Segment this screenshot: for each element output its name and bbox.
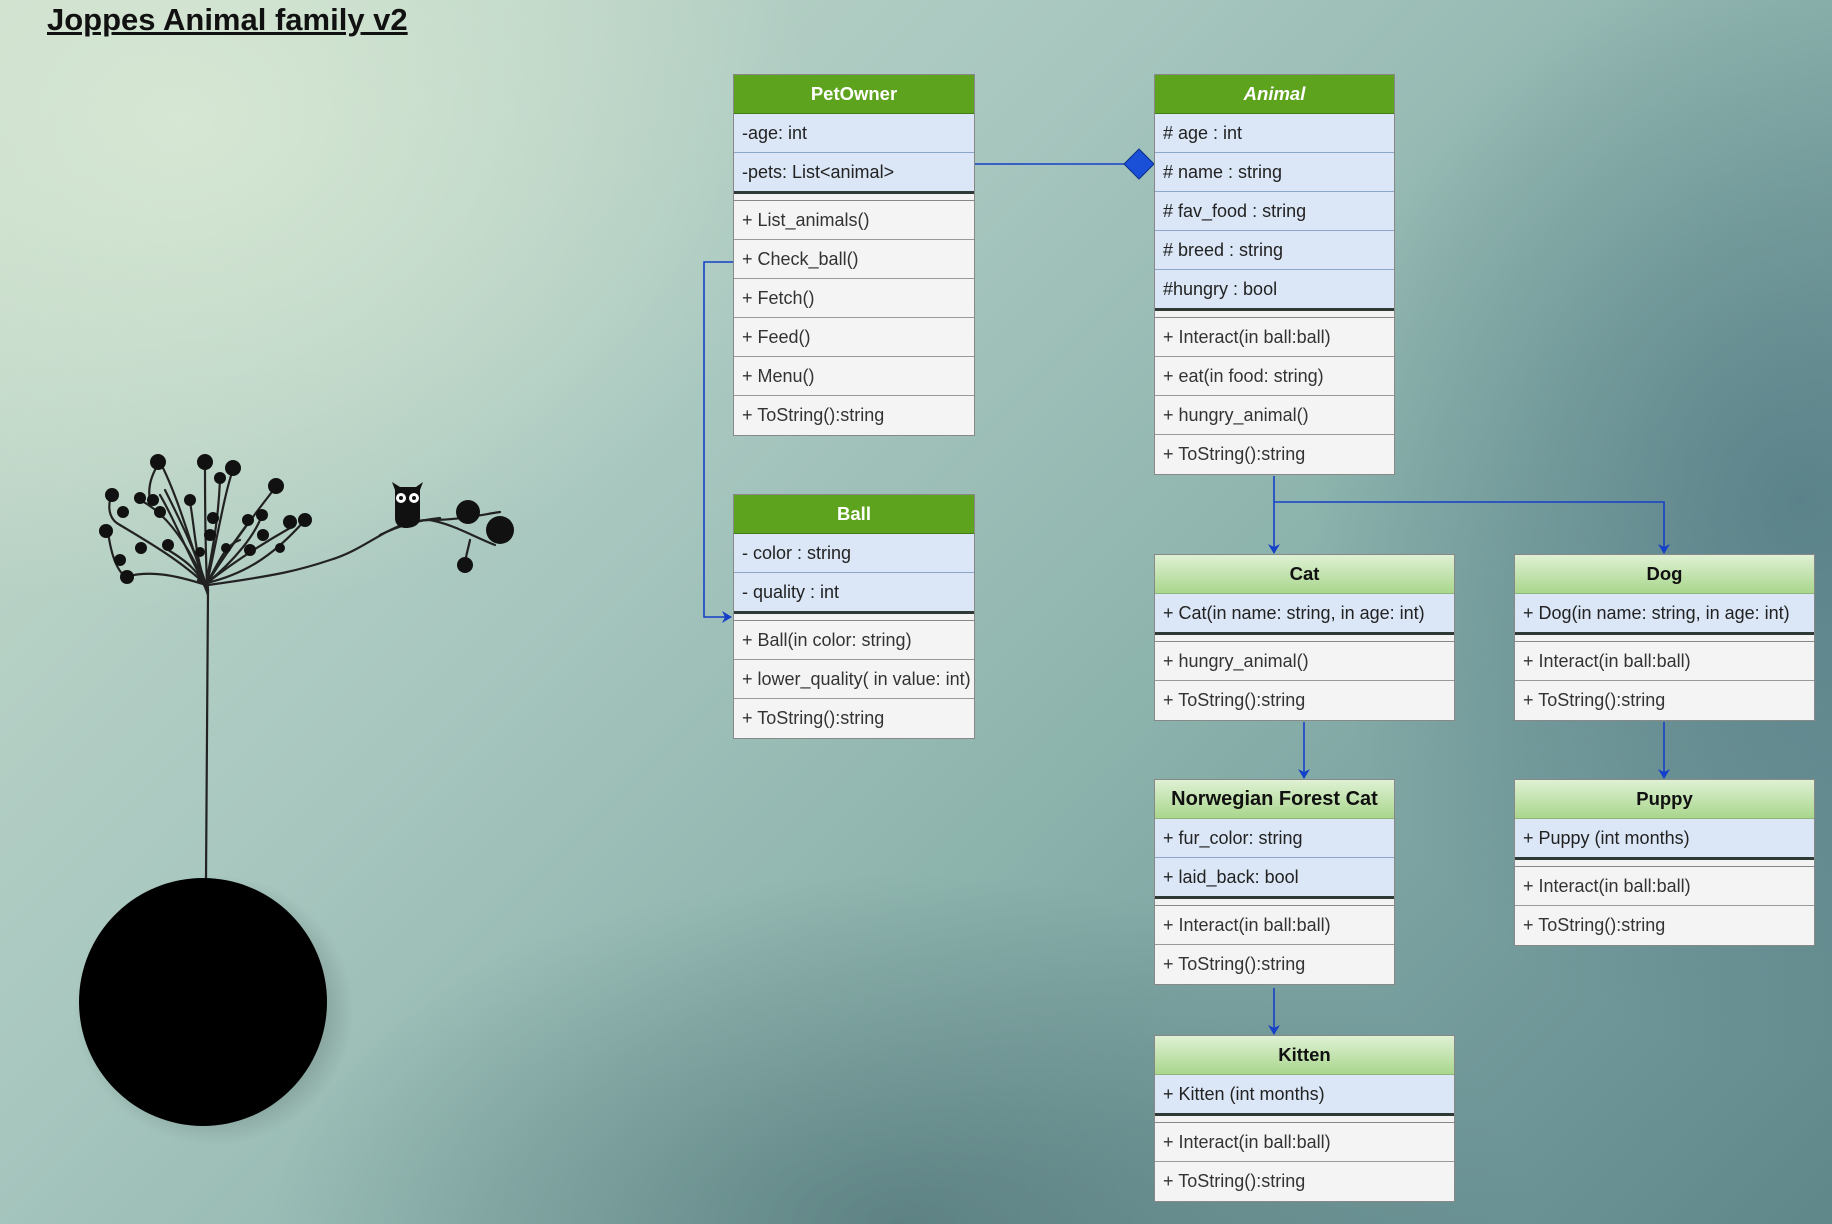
method: + Interact(in ball:ball) [1515, 642, 1814, 681]
attribute: # breed : string [1155, 231, 1394, 270]
attribute: # name : string [1155, 153, 1394, 192]
class-name: PetOwner [734, 75, 974, 114]
attribute: + Cat(in name: string, in age: int) [1155, 594, 1454, 633]
method: + Interact(in ball:ball) [1155, 318, 1394, 357]
compartment-divider [1155, 632, 1454, 642]
attribute: #hungry : bool [1155, 270, 1394, 309]
method: + Ball(in color: string) [734, 621, 974, 660]
method: + lower_quality( in value: int) [734, 660, 974, 699]
class-name: Puppy [1515, 780, 1814, 819]
method: + Interact(in ball:ball) [1155, 1123, 1454, 1162]
aggregation-diamond-icon [1123, 148, 1155, 180]
method: + hungry_animal() [1155, 396, 1394, 435]
attribute: -pets: List<animal> [734, 153, 974, 192]
class-norwegian-forest-cat[interactable]: Norwegian Forest Cat + fur_color: string… [1154, 779, 1395, 985]
attribute: # fav_food : string [1155, 192, 1394, 231]
attribute: - color : string [734, 534, 974, 573]
method: + ToString():string [734, 699, 974, 738]
check-ball-link [703, 261, 733, 623]
method: + Interact(in ball:ball) [1515, 867, 1814, 906]
class-name: Kitten [1155, 1036, 1454, 1075]
class-name: Dog [1515, 555, 1814, 594]
method: + ToString():string [1155, 681, 1454, 720]
method: + Check_ball() [734, 240, 974, 279]
class-dog[interactable]: Dog + Dog(in name: string, in age: int) … [1514, 554, 1815, 721]
method: + ToString():string [1155, 435, 1394, 474]
class-cat[interactable]: Cat + Cat(in name: string, in age: int) … [1154, 554, 1455, 721]
compartment-divider [1155, 896, 1394, 906]
method: + ToString():string [1515, 906, 1814, 945]
compartment-divider [734, 191, 974, 201]
attribute: + Dog(in name: string, in age: int) [1515, 594, 1814, 633]
compartment-divider [1515, 632, 1814, 642]
method: + Fetch() [734, 279, 974, 318]
class-kitten[interactable]: Kitten + Kitten (int months) + Interact(… [1154, 1035, 1455, 1202]
attribute: - quality : int [734, 573, 974, 612]
method: + ToString():string [1155, 1162, 1454, 1201]
attribute: + Kitten (int months) [1155, 1075, 1454, 1114]
class-name: Animal [1155, 75, 1394, 114]
compartment-divider [1155, 1113, 1454, 1123]
attribute: # age : int [1155, 114, 1394, 153]
method: + List_animals() [734, 201, 974, 240]
method: + Feed() [734, 318, 974, 357]
method: + eat(in food: string) [1155, 357, 1394, 396]
animal-to-dog-link [1274, 501, 1670, 554]
compartment-divider [734, 611, 974, 621]
class-petowner[interactable]: PetOwner -age: int -pets: List<animal> +… [733, 74, 975, 436]
method: + ToString():string [734, 396, 974, 435]
method: + hungry_animal() [1155, 642, 1454, 681]
compartment-divider [1515, 857, 1814, 867]
attribute: -age: int [734, 114, 974, 153]
attribute: + laid_back: bool [1155, 858, 1394, 897]
attribute: + fur_color: string [1155, 819, 1394, 858]
attribute: + Puppy (int months) [1515, 819, 1814, 858]
method: + Menu() [734, 357, 974, 396]
class-name: Ball [734, 495, 974, 534]
method: + ToString():string [1515, 681, 1814, 720]
class-ball[interactable]: Ball - color : string - quality : int + … [733, 494, 975, 739]
method: + ToString():string [1155, 945, 1394, 984]
class-name: Cat [1155, 555, 1454, 594]
class-puppy[interactable]: Puppy + Puppy (int months) + Interact(in… [1514, 779, 1815, 946]
class-animal[interactable]: Animal # age : int # name : string # fav… [1154, 74, 1395, 475]
class-name: Norwegian Forest Cat [1155, 780, 1394, 819]
compartment-divider [1155, 308, 1394, 318]
method: + Interact(in ball:ball) [1155, 906, 1394, 945]
